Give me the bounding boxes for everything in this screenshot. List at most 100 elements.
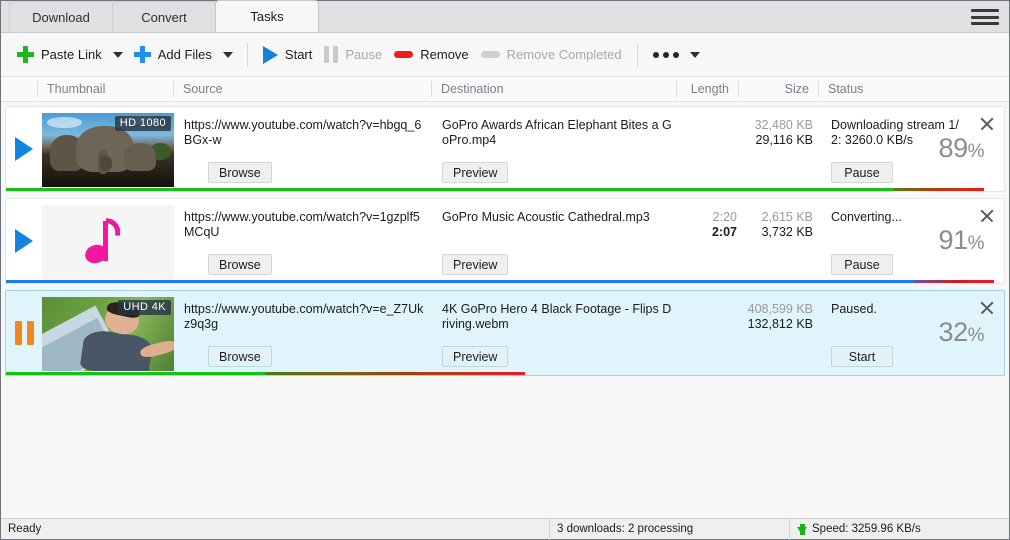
task-size-total: 32,480 KB	[754, 118, 813, 132]
pause-button[interactable]: Pause	[318, 40, 388, 70]
tab-download[interactable]: Download	[9, 1, 113, 32]
chevron-down-icon	[112, 51, 123, 58]
task-action-button[interactable]: Pause	[831, 254, 893, 275]
quality-badge: HD 1080	[114, 116, 171, 131]
task-state-icon-cell[interactable]	[6, 199, 42, 283]
task-list[interactable]: HD 1080 https://www.youtube.com/watch?v=…	[1, 102, 1009, 518]
toolbar: Paste Link Add Files Start Pause Remove	[1, 33, 1009, 77]
task-source-cell: https://www.youtube.com/watch?v=hbgq_6BG…	[178, 107, 436, 191]
task-destination-name: 4K GoPro Hero 4 Black Footage - Flips Dr…	[442, 302, 672, 331]
status-downloads: 3 downloads: 2 processing	[549, 518, 789, 540]
remove-completed-button[interactable]: Remove Completed	[475, 40, 628, 70]
pause-icon	[324, 46, 339, 63]
chevron-down-icon	[689, 51, 700, 58]
close-icon[interactable]	[976, 297, 998, 319]
task-size-cell: 2,615 KB 3,732 KB	[743, 199, 823, 283]
progress-tail	[914, 280, 995, 283]
task-thumbnail-cell: UHD 4K	[42, 291, 178, 375]
column-destination[interactable]: Destination	[431, 81, 676, 97]
task-source-url: https://www.youtube.com/watch?v=1gzplf5M…	[184, 210, 420, 239]
start-button[interactable]: Start	[257, 40, 318, 70]
task-action-button[interactable]: Start	[831, 346, 893, 367]
task-row[interactable]: UHD 4K https://www.youtube.com/watch?v=e…	[5, 290, 1005, 376]
task-source-cell: https://www.youtube.com/watch?v=1gzplf5M…	[178, 199, 436, 283]
quality-badge: UHD 4K	[118, 300, 171, 315]
task-progress-bar	[6, 188, 1004, 191]
play-icon	[262, 45, 278, 64]
task-action-button[interactable]: Pause	[831, 162, 893, 183]
pause-label: Pause	[345, 47, 383, 62]
task-size-total: 2,615 KB	[761, 210, 813, 224]
column-header-row: Thumbnail Source Destination Length Size…	[1, 77, 1009, 102]
task-destination-cell: GoPro Music Acoustic Cathedral.mp3 Previ…	[436, 199, 681, 283]
column-thumbnail[interactable]: Thumbnail	[37, 81, 173, 97]
task-row[interactable]: https://www.youtube.com/watch?v=1gzplf5M…	[5, 198, 1005, 284]
browse-button[interactable]: Browse	[208, 254, 272, 275]
browse-button[interactable]: Browse	[208, 346, 272, 367]
task-status-cell: Converting... 91% Pause	[823, 199, 1004, 283]
task-size-done: 3,732 KB	[761, 225, 813, 239]
more-options-dropdown[interactable]	[685, 41, 705, 69]
plus-icon	[17, 46, 34, 63]
add-files-button[interactable]: Add Files	[128, 40, 218, 70]
plus-icon	[133, 46, 151, 63]
play-icon	[15, 137, 33, 161]
remove-button[interactable]: Remove	[388, 40, 474, 70]
thumbnail: HD 1080	[42, 113, 174, 187]
more-options-button[interactable]	[647, 40, 685, 70]
add-files-dropdown[interactable]	[218, 41, 238, 69]
remove-completed-label: Remove Completed	[506, 47, 622, 62]
tab-download-label: Download	[32, 9, 90, 25]
close-icon[interactable]	[976, 205, 998, 227]
task-size-total: 408,599 KB	[747, 302, 813, 316]
progress-tail	[265, 372, 525, 375]
tab-bar: Download Convert Tasks	[1, 0, 1009, 33]
start-label: Start	[284, 47, 313, 62]
ellipsis-icon	[652, 51, 679, 58]
task-length-cell: 2:20 2:07	[681, 199, 743, 283]
status-ready: Ready	[8, 523, 42, 535]
play-icon	[15, 229, 33, 253]
preview-button[interactable]: Preview	[442, 346, 509, 367]
task-length-cell	[681, 291, 743, 375]
status-bar: Ready 3 downloads: 2 processing Speed: 3…	[1, 518, 1009, 540]
close-icon[interactable]	[976, 113, 998, 135]
paste-link-dropdown[interactable]	[108, 41, 128, 69]
task-source-url: https://www.youtube.com/watch?v=e_Z7Ukz9…	[184, 302, 424, 331]
column-status[interactable]: Status	[818, 81, 1009, 97]
progress-fill	[6, 188, 895, 191]
tab-tasks[interactable]: Tasks	[215, 0, 319, 32]
paste-link-button[interactable]: Paste Link	[11, 40, 108, 70]
browse-button[interactable]: Browse	[208, 162, 272, 183]
tab-tasks-label: Tasks	[250, 9, 284, 24]
task-state-icon-cell[interactable]	[6, 107, 42, 191]
column-size[interactable]: Size	[738, 81, 818, 97]
remove-icon	[394, 51, 414, 58]
task-destination-name: GoPro Awards African Elephant Bites a Go…	[442, 118, 672, 147]
task-status-cell: Paused. 32% Start	[823, 291, 1004, 375]
paste-link-label: Paste Link	[41, 47, 102, 62]
task-state-icon-cell[interactable]	[6, 291, 42, 375]
thumbnail	[42, 205, 174, 279]
column-length[interactable]: Length	[676, 81, 738, 97]
application-window: Download Convert Tasks Paste Link Add Fi…	[0, 0, 1010, 540]
remove-label: Remove	[420, 47, 469, 62]
task-row[interactable]: HD 1080 https://www.youtube.com/watch?v=…	[5, 106, 1005, 192]
download-arrow-icon	[797, 523, 807, 535]
progress-fill	[6, 372, 266, 375]
task-status-text: Paused.	[831, 302, 877, 316]
column-source[interactable]: Source	[173, 81, 431, 97]
tab-convert[interactable]: Convert	[112, 1, 216, 32]
music-note-icon	[82, 217, 131, 266]
remove-completed-icon	[480, 51, 500, 58]
task-thumbnail-cell: HD 1080	[42, 107, 178, 191]
progress-tail	[894, 188, 985, 191]
task-destination-cell: GoPro Awards African Elephant Bites a Go…	[436, 107, 681, 191]
toolbar-separator	[246, 42, 248, 67]
preview-button[interactable]: Preview	[442, 254, 509, 275]
hamburger-menu-icon[interactable]	[971, 6, 999, 28]
task-destination-name: GoPro Music Acoustic Cathedral.mp3	[442, 210, 650, 224]
preview-button[interactable]: Preview	[442, 162, 509, 183]
task-progress-percent: 32%	[938, 317, 985, 347]
pause-icon	[14, 321, 34, 345]
